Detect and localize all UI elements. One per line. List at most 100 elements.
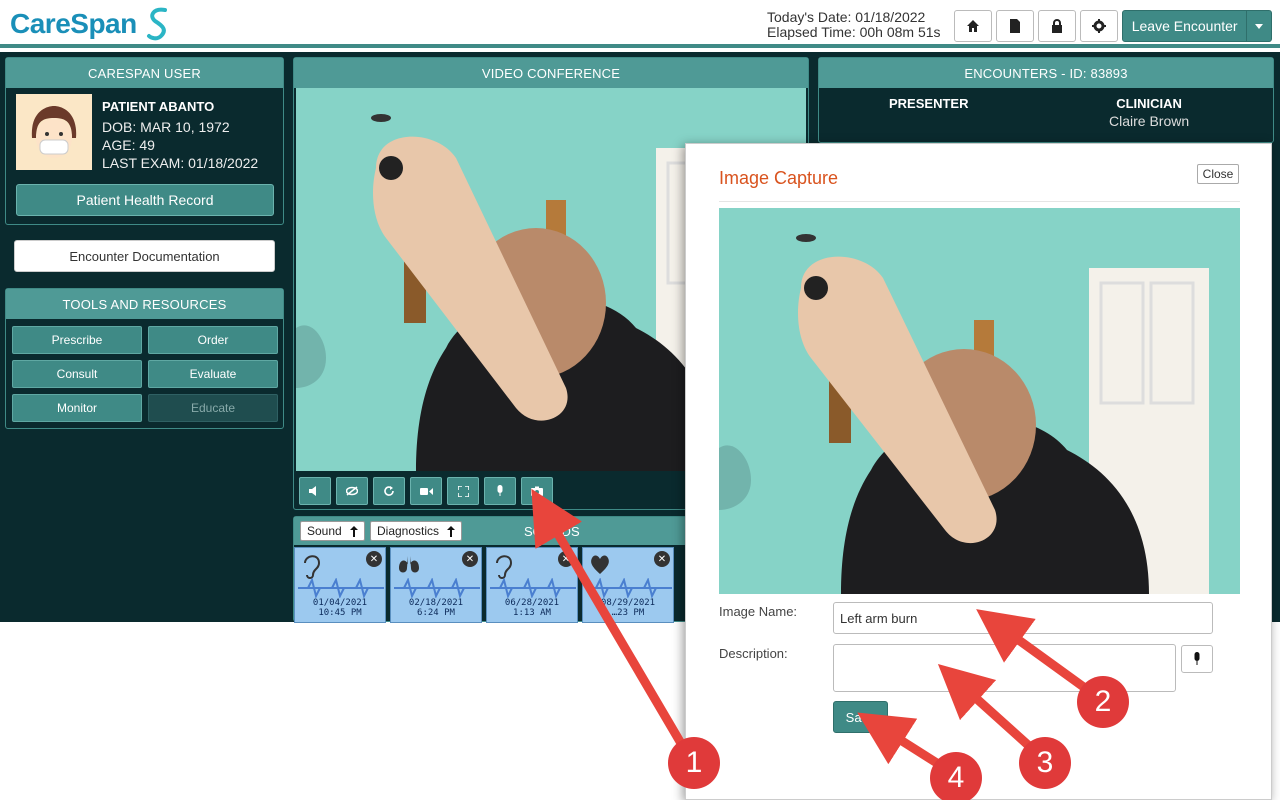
remove-sound-button[interactable]: ✕ [366, 551, 382, 567]
elapsed-time: Elapsed Time: 00h 08m 51s [767, 24, 941, 40]
gear-icon [1092, 19, 1106, 33]
remove-sound-button[interactable]: ✕ [558, 551, 574, 567]
evaluate-button[interactable]: Evaluate [148, 360, 278, 388]
volume-button[interactable] [299, 477, 331, 505]
sound-card[interactable]: ✕ 06/28/2021 1:13 AM [486, 547, 578, 623]
monitor-button[interactable]: Monitor [12, 394, 142, 422]
heart-icon [591, 555, 609, 574]
waveform [394, 578, 480, 598]
prescribe-button[interactable]: Prescribe [12, 326, 142, 354]
leave-encounter-button[interactable]: Leave Encounter [1122, 10, 1272, 42]
dictate-button[interactable] [1181, 645, 1213, 673]
patient-health-record-button[interactable]: Patient Health Record [16, 184, 274, 216]
switch-camera-button[interactable] [373, 477, 405, 505]
patient-info: PATIENT ABANTO DOB: MAR 10, 1972 AGE: 49… [102, 98, 258, 172]
waveform [586, 578, 672, 598]
app-window: CareSpan Today's Date: 01/18/2022 Elapse… [0, 0, 1280, 800]
save-button[interactable]: Save [833, 701, 888, 733]
document-icon [1010, 19, 1020, 33]
diagnostics-filter-button[interactable]: Diagnostics [370, 521, 463, 541]
lock-icon [1052, 19, 1062, 33]
annotation-badge-2: 2 [1077, 676, 1129, 728]
sound-timestamp: 02/18/2021 6:24 PM [408, 598, 464, 618]
lungs-icon [399, 556, 419, 573]
encounters-panel: ENCOUNTERS - ID: 83893 PRESENTER CLINICI… [818, 57, 1274, 143]
description-label: Description: [719, 646, 788, 661]
patient-name: PATIENT ABANTO [102, 99, 215, 114]
document-button[interactable] [996, 10, 1034, 42]
description-textarea[interactable] [833, 644, 1176, 692]
photo-camera-icon [531, 486, 543, 496]
clinician-label: CLINICIAN [1116, 96, 1182, 111]
encounter-documentation-button[interactable]: Encounter Documentation [14, 240, 275, 272]
presenter-label: PRESENTER [889, 96, 969, 111]
patient-avatar [16, 94, 92, 170]
logo-text: CareSpan [10, 8, 137, 39]
consult-button[interactable]: Consult [12, 360, 142, 388]
patient-last-exam: LAST EXAM: 01/18/2022 [102, 155, 259, 171]
home-button[interactable] [954, 10, 992, 42]
lock-button[interactable] [1038, 10, 1076, 42]
microphone-button[interactable] [484, 477, 516, 505]
modal-title: Image Capture [719, 168, 839, 188]
home-icon [967, 20, 979, 32]
caret-down-icon [1255, 23, 1264, 29]
carespan-logo[interactable]: CareSpan [10, 6, 171, 42]
leave-encounter-label: Leave Encounter [1131, 18, 1238, 34]
sound-card[interactable]: ✕ 01/04/2021 10:45 PM [294, 547, 386, 623]
arrow-up-icon [447, 525, 456, 537]
sound-timestamp: 01/04/2021 10:45 PM [312, 598, 368, 618]
sounds-title: SOUNDS [524, 524, 580, 539]
sound-card[interactable]: ✕ 08/29/2021 …23 PM [582, 547, 674, 623]
annotation-badge-3: 3 [1019, 737, 1071, 789]
remove-sound-button[interactable]: ✕ [462, 551, 478, 567]
todays-date: Today's Date: 01/18/2022 [767, 9, 926, 25]
video-panel-title: VIDEO CONFERENCE [294, 58, 808, 88]
video-controls [299, 477, 553, 507]
fullscreen-button[interactable] [447, 477, 479, 505]
presenter-column: PRESENTER [889, 96, 968, 111]
diagnostics-filter-label: Diagnostics [377, 524, 440, 538]
sound-timestamp: 06/28/2021 1:13 AM [504, 598, 560, 618]
refresh-icon [384, 486, 394, 496]
tools-resources-panel: TOOLS AND RESOURCES Prescribe Order Cons… [5, 288, 284, 429]
user-panel-title: CARESPAN USER [6, 58, 283, 88]
annotation-badge-4: 4 [930, 752, 982, 800]
image-capture-modal: Image Capture Close Image Name: Left arm… [685, 143, 1272, 800]
camera-toggle-button[interactable] [410, 477, 442, 505]
settings-button[interactable] [1080, 10, 1118, 42]
remove-sound-button[interactable]: ✕ [654, 551, 670, 567]
encounters-title: ENCOUNTERS - ID: 83893 [819, 58, 1273, 88]
camera-video-icon [419, 487, 433, 495]
arrow-up-icon [349, 525, 358, 537]
sound-card[interactable]: ✕ 02/18/2021 6:24 PM [390, 547, 482, 623]
microphone-icon [1194, 652, 1200, 665]
sound-filter-label: Sound [307, 524, 342, 538]
fullscreen-icon [457, 485, 469, 497]
tools-panel-title: TOOLS AND RESOURCES [6, 289, 283, 319]
hide-video-button[interactable] [336, 477, 368, 505]
hide-video-icon [346, 486, 358, 496]
patient-dob: DOB: MAR 10, 1972 [102, 119, 230, 135]
educate-button: Educate [148, 394, 278, 422]
microphone-icon [497, 485, 503, 496]
encounter-timing: Today's Date: 01/18/2022 Elapsed Time: 0… [767, 10, 941, 40]
top-header: CareSpan Today's Date: 01/18/2022 Elapse… [0, 0, 1280, 48]
sound-timestamp: 08/29/2021 …23 PM [600, 598, 656, 618]
logo-mark-icon [146, 7, 167, 41]
annotation-badge-1: 1 [668, 737, 720, 789]
sound-filter-button[interactable]: Sound [300, 521, 365, 541]
ear-icon [304, 555, 321, 579]
leave-dropdown-toggle[interactable] [1246, 11, 1271, 41]
modal-divider [719, 201, 1240, 202]
image-name-input[interactable]: Left arm burn [833, 602, 1213, 634]
patient-age: AGE: 49 [102, 137, 155, 153]
close-button[interactable]: Close [1197, 164, 1239, 184]
capture-image-button[interactable] [521, 477, 553, 505]
sounds-panel: Sound Diagnostics SOUNDS ✕ 01/04/2021 10:… [293, 516, 693, 623]
clinician-name: Claire Brown [1109, 113, 1190, 129]
sounds-header: Sound Diagnostics SOUNDS [294, 517, 692, 545]
image-name-label: Image Name: [719, 604, 798, 619]
order-button[interactable]: Order [148, 326, 278, 354]
waveform [298, 578, 384, 598]
